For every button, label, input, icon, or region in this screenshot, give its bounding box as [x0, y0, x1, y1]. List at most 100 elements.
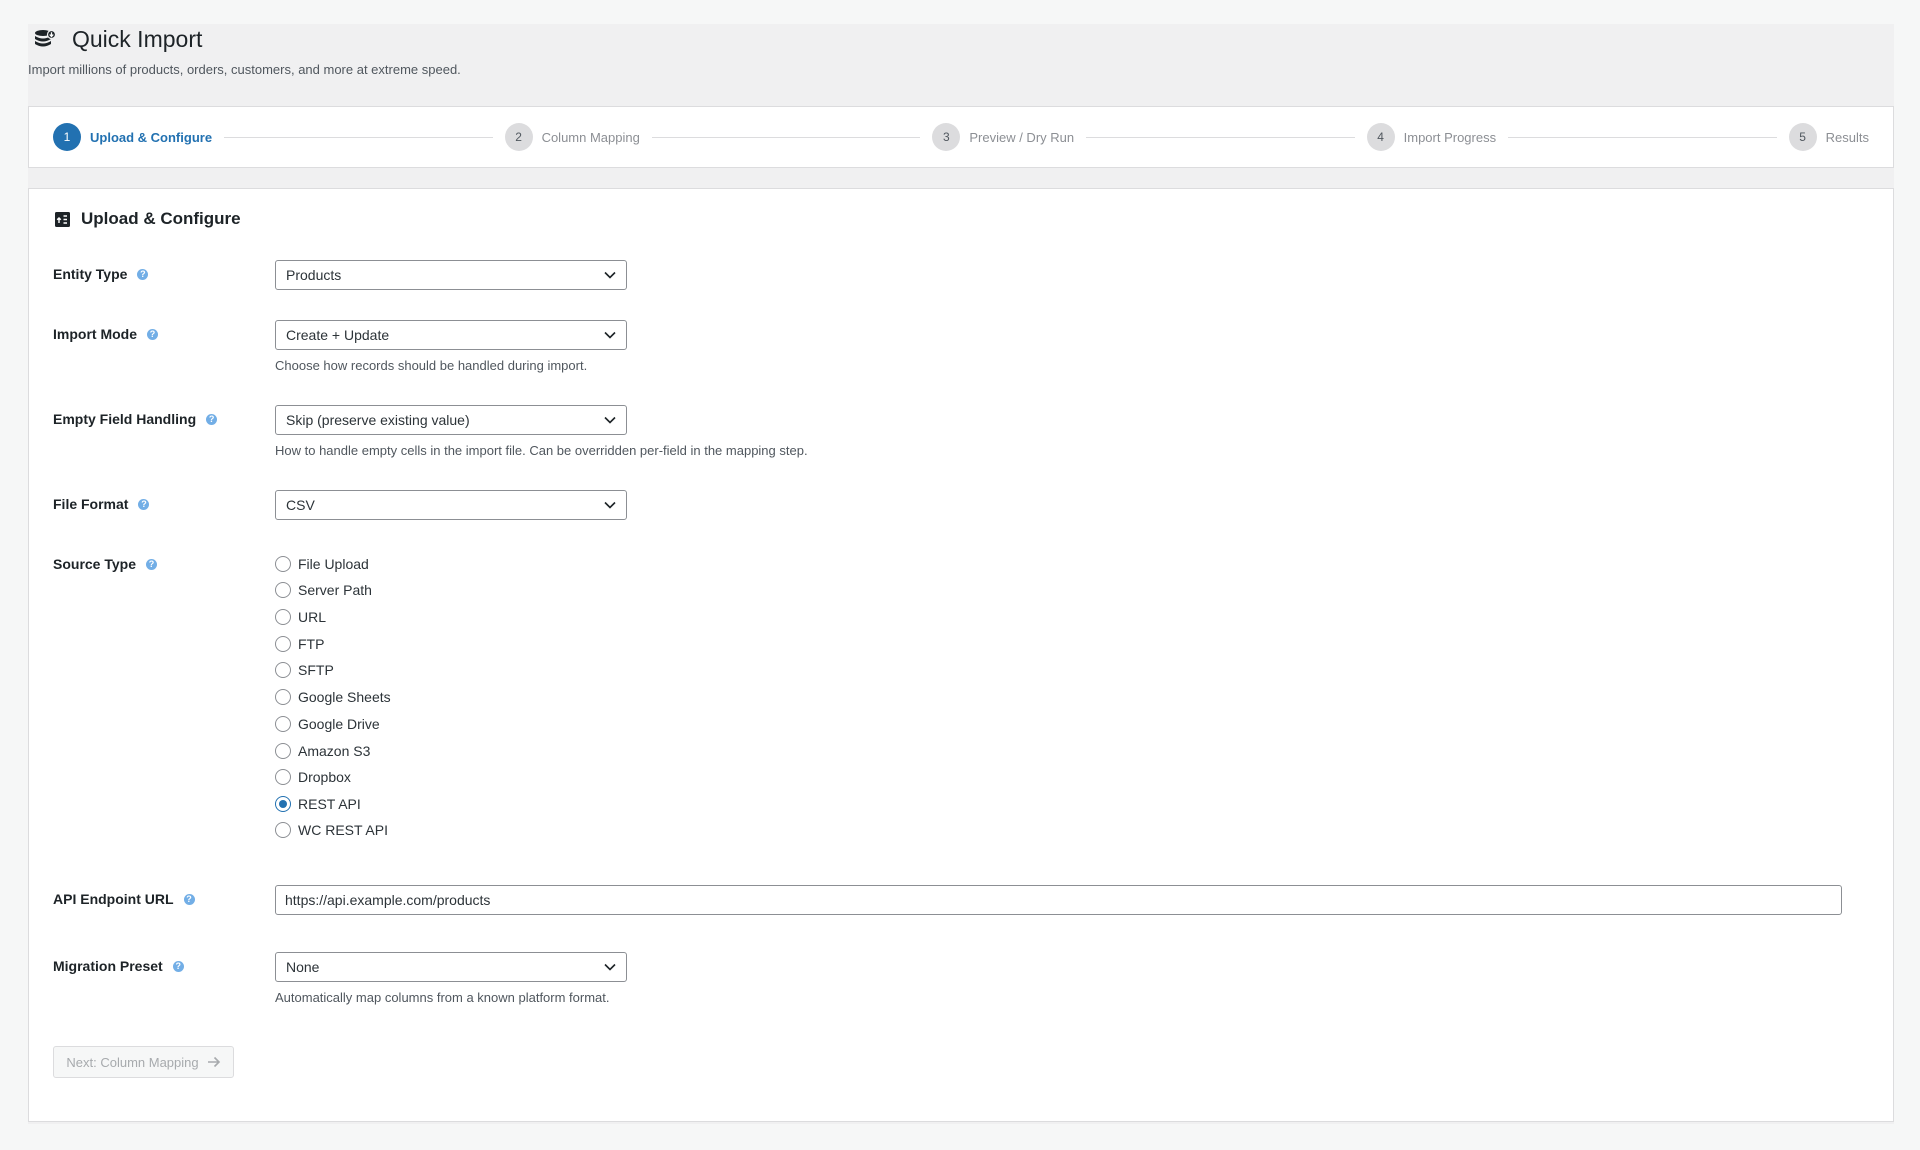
help-icon[interactable]: ? [146, 558, 157, 570]
help-icon[interactable]: ? [183, 893, 195, 905]
next-button-label: Next: Column Mapping [66, 1054, 199, 1070]
file-format-select[interactable]: CSV [275, 490, 627, 520]
radio-google-drive[interactable]: Google Drive [275, 716, 380, 732]
radio-button[interactable] [275, 662, 291, 678]
step-upload-configure[interactable]: 1 Upload & Configure [53, 123, 212, 151]
radio-label: Google Sheets [298, 689, 391, 705]
radio-button[interactable] [275, 822, 291, 838]
chevron-down-icon [604, 501, 616, 509]
radio-wc-rest-api[interactable]: WC REST API [275, 822, 388, 838]
step-label: Upload & Configure [90, 129, 213, 145]
radio-button[interactable] [275, 582, 291, 598]
import-mode-label: Import Mode ? [53, 326, 158, 342]
radio-button[interactable] [275, 743, 291, 759]
radio-label: Server Path [298, 582, 372, 598]
entity-type-value: Products [286, 267, 342, 283]
import-mode-value: Create + Update [286, 327, 390, 343]
migration-preset-select[interactable]: None [275, 952, 627, 982]
radio-label: REST API [298, 796, 361, 812]
wizard-stepper: 1 Upload & Configure 2 Column Mapping 3 … [28, 106, 1894, 168]
source-type-label: Source Type ? [53, 556, 157, 572]
page-subtitle: Import millions of products, orders, cus… [28, 62, 461, 77]
radio-rest-api[interactable]: REST API [275, 796, 361, 812]
chevron-down-icon [604, 416, 616, 424]
chevron-down-icon [604, 331, 616, 339]
file-format-label-text: File Format [53, 496, 129, 512]
page-title: Quick Import [72, 26, 203, 52]
step-connector [224, 136, 493, 138]
page-header: Quick Import Import millions of products… [28, 24, 1894, 106]
radio-label: FTP [298, 636, 325, 652]
step-preview-dry-run[interactable]: 3 Preview / Dry Run [932, 123, 1074, 151]
step-label: Results [1825, 129, 1869, 145]
arrow-right-icon [207, 1056, 220, 1068]
migration-preset-label: Migration Preset ? [53, 958, 184, 974]
radio-button[interactable] [275, 769, 291, 785]
entity-type-label-text: Entity Type [53, 266, 128, 282]
step-number: 2 [504, 123, 533, 151]
radio-button[interactable] [275, 689, 291, 705]
empty-field-handling-select[interactable]: Skip (preserve existing value) [275, 405, 627, 435]
next-column-mapping-button[interactable]: Next: Column Mapping [53, 1046, 234, 1078]
radio-ftp[interactable]: FTP [275, 636, 324, 652]
radio-label: File Upload [298, 556, 369, 572]
api-endpoint-input[interactable] [275, 885, 1842, 915]
step-import-progress[interactable]: 4 Import Progress [1366, 123, 1496, 151]
radio-button[interactable] [275, 556, 291, 572]
radio-file-upload[interactable]: File Upload [275, 556, 369, 572]
empty-field-description: How to handle empty cells in the import … [275, 443, 808, 458]
radio-server-path[interactable]: Server Path [275, 582, 372, 598]
help-icon[interactable]: ? [147, 328, 158, 340]
help-icon[interactable]: ? [138, 498, 150, 510]
import-mode-select[interactable]: Create + Update [275, 320, 627, 350]
radio-google-sheets[interactable]: Google Sheets [275, 689, 391, 705]
file-format-label: File Format ? [53, 496, 150, 512]
chevron-down-icon [604, 963, 616, 971]
radio-button[interactable] [275, 716, 291, 732]
radio-sftp[interactable]: SFTP [275, 662, 334, 678]
step-results[interactable]: 5 Results [1788, 123, 1869, 151]
upload-configure-card: Upload & Configure Entity Type ? Product… [28, 188, 1894, 1122]
card-title-text: Upload & Configure [81, 209, 241, 228]
radio-label: Amazon S3 [298, 743, 371, 759]
radio-label: SFTP [298, 662, 334, 678]
step-connector [1508, 136, 1777, 138]
radio-label: Dropbox [298, 769, 351, 785]
migration-preset-label-text: Migration Preset [53, 958, 163, 974]
step-connector [651, 136, 921, 138]
radio-button-checked[interactable] [275, 796, 291, 812]
entity-type-select[interactable]: Products [275, 260, 627, 290]
help-icon[interactable]: ? [206, 413, 218, 425]
help-icon[interactable]: ? [172, 960, 184, 972]
empty-field-value: Skip (preserve existing value) [286, 412, 470, 428]
step-number: 4 [1366, 123, 1395, 151]
radio-label: URL [298, 609, 327, 625]
empty-field-handling-label: Empty Field Handling ? [53, 411, 218, 427]
api-endpoint-label: API Endpoint URL ? [53, 891, 195, 907]
entity-type-label: Entity Type ? [53, 266, 149, 282]
radio-button[interactable] [275, 609, 291, 625]
file-format-value: CSV [286, 497, 315, 513]
radio-label: WC REST API [298, 822, 388, 838]
import-mode-description: Choose how records should be handled dur… [275, 358, 588, 373]
import-mode-label-text: Import Mode [53, 326, 137, 342]
upload-box-icon [54, 211, 71, 228]
radio-button[interactable] [275, 636, 291, 652]
radio-url[interactable]: URL [275, 609, 326, 625]
step-number: 5 [1788, 123, 1817, 151]
step-label: Column Mapping [541, 129, 640, 145]
help-icon[interactable]: ? [137, 268, 149, 280]
migration-preset-value: None [286, 959, 320, 975]
card-title: Upload & Configure [54, 209, 241, 229]
step-number: 3 [932, 123, 961, 151]
radio-label: Google Drive [298, 716, 380, 732]
title-row: Quick Import [32, 26, 202, 53]
radio-dropbox[interactable]: Dropbox [275, 769, 351, 785]
step-column-mapping[interactable]: 2 Column Mapping [504, 123, 640, 151]
database-icon [32, 27, 58, 53]
page-wrap: Quick Import Import millions of products… [28, 24, 1894, 1124]
api-endpoint-label-text: API Endpoint URL [53, 891, 174, 907]
radio-amazon-s3[interactable]: Amazon S3 [275, 743, 370, 759]
step-connector [1086, 136, 1355, 138]
step-label: Preview / Dry Run [969, 129, 1075, 145]
